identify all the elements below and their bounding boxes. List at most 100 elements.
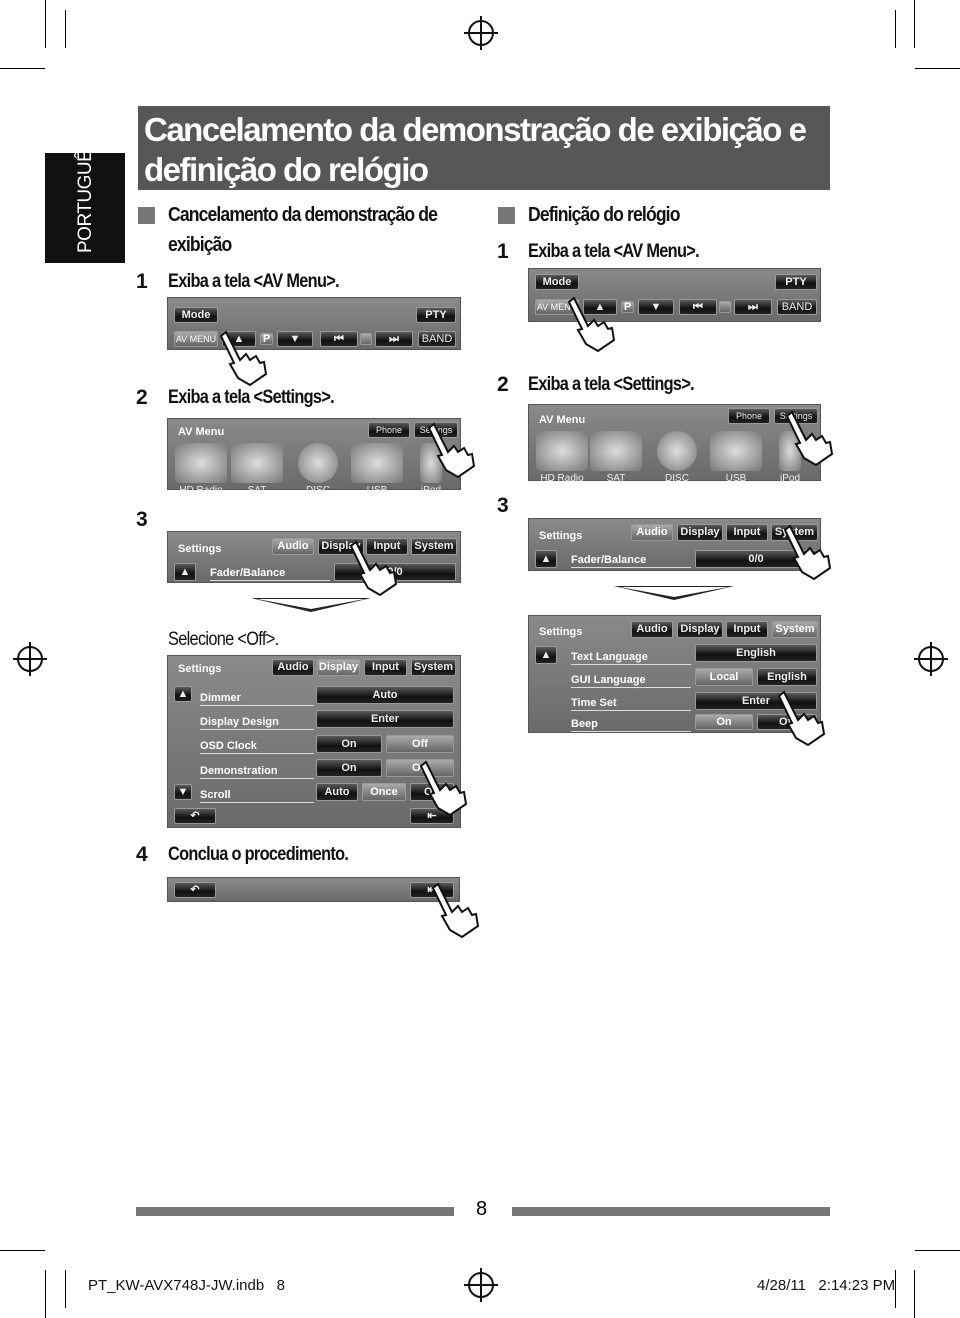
registration-mark-icon [464, 16, 498, 50]
scroll-up-button[interactable]: ▲ [535, 550, 557, 568]
crop-mark [914, 1270, 915, 1318]
source-sat[interactable]: SAT [228, 443, 286, 496]
down-arrow-icon [251, 598, 371, 612]
tab-input[interactable]: Input [364, 659, 407, 676]
preset-button[interactable]: P [621, 301, 634, 313]
pointing-hand-icon [420, 760, 468, 816]
right-heading: Definição do relógio [528, 204, 680, 226]
scroll-once-button[interactable]: Once [362, 783, 406, 801]
gui-language-label: GUI Language [571, 674, 691, 688]
next-icon[interactable]: ⏭ [734, 299, 772, 315]
display-design-label: Display Design [200, 716, 314, 730]
demonstration-on-button[interactable]: On [316, 759, 382, 777]
phone-button[interactable]: Phone [368, 422, 410, 438]
source-hd-radio[interactable]: HD Radio [172, 443, 230, 496]
band-button[interactable]: BAND [777, 299, 817, 315]
tab-audio[interactable]: Audio [272, 659, 314, 676]
registration-mark-icon [13, 642, 47, 676]
source-label: SAT [606, 473, 626, 484]
tab-audio[interactable]: Audio [272, 538, 314, 555]
beep-label: Beep [571, 718, 691, 732]
down-button[interactable]: ▼ [638, 299, 674, 315]
scroll-up-button[interactable]: ▲ [535, 646, 557, 664]
fader-balance-label: Fader/Balance [571, 554, 691, 568]
mode-button[interactable]: Mode [174, 307, 218, 323]
next-icon[interactable]: ⏭ [375, 331, 413, 347]
demonstration-label: Demonstration [200, 765, 314, 779]
pty-button[interactable]: PTY [775, 274, 817, 290]
tab-system[interactable]: System [772, 621, 818, 638]
osd-clock-label: OSD Clock [200, 740, 314, 754]
language-tab: PORTUGUÊS [45, 137, 125, 263]
crop-mark [0, 1250, 45, 1251]
text-language-button[interactable]: English [695, 644, 817, 662]
back-button[interactable]: ↶ [174, 808, 216, 824]
gui-language-english-button[interactable]: English [757, 668, 817, 686]
step-number: 1 [136, 270, 148, 293]
source-hd-radio[interactable]: HD Radio [533, 431, 591, 484]
audio-settings-screen: Settings Audio Display Input System ▲ Fa… [528, 518, 821, 571]
source-label: HD Radio [540, 473, 584, 484]
scroll-down-button[interactable]: ▼ [174, 784, 192, 800]
gui-language-local-button[interactable]: Local [695, 668, 753, 686]
scroll-auto-button[interactable]: Auto [316, 783, 358, 801]
source-disc[interactable]: DISC [289, 443, 347, 496]
source-usb[interactable]: USB [707, 431, 765, 484]
scroll-up-button[interactable]: ▲ [174, 686, 192, 702]
display-design-enter-button[interactable]: Enter [316, 710, 454, 728]
step-text: Exiba a tela <AV Menu>. [168, 271, 340, 292]
tab-display[interactable]: Display [677, 621, 723, 638]
screen-title: Settings [539, 626, 583, 638]
band-button[interactable]: BAND [418, 331, 456, 347]
source-disc[interactable]: DISC [648, 431, 706, 484]
tab-display[interactable]: Display [317, 659, 360, 676]
osd-clock-on-button[interactable]: On [316, 735, 382, 753]
step-text: Exiba a tela <Settings>. [528, 374, 695, 395]
tab-system[interactable]: System [411, 538, 457, 555]
screen-title: Settings [178, 663, 222, 675]
crop-mark [45, 0, 46, 48]
pty-button[interactable]: PTY [416, 307, 456, 323]
previous-icon[interactable]: ⏮ [679, 299, 717, 315]
crop-mark [65, 10, 66, 48]
tab-display[interactable]: Display [677, 524, 723, 541]
dimmer-auto-button[interactable]: Auto [316, 686, 454, 704]
step-text: Exiba a tela <AV Menu>. [528, 241, 700, 262]
pointing-hand-icon [778, 690, 826, 746]
screen-title: Settings [178, 543, 222, 555]
crop-mark [65, 1270, 66, 1308]
mode-button[interactable]: Mode [535, 274, 579, 290]
source-screen: Mode PTY AV MENU ▲ P ▼ ⏮ ⏭ BAND [167, 297, 461, 350]
down-button[interactable]: ▼ [277, 331, 313, 347]
source-usb[interactable]: USB [348, 443, 406, 496]
source-label: DISC [306, 485, 330, 496]
crop-mark [895, 10, 896, 48]
tab-audio[interactable]: Audio [631, 524, 673, 541]
page-bar-right [512, 1207, 830, 1216]
av-menu-button[interactable]: AV MENU [174, 331, 218, 347]
audio-settings-screen: Settings Audio Display Input System ▲ Fa… [167, 531, 461, 583]
image-button[interactable] [719, 301, 731, 313]
finish-bar-screen: ↶ ⇤ [167, 877, 460, 902]
source-label: USB [366, 485, 388, 496]
tab-input[interactable]: Input [726, 621, 768, 638]
source-sat[interactable]: SAT [587, 431, 645, 484]
pointing-hand-icon [432, 882, 480, 938]
footer-filename: PT_KW-AVX748J-JW.indb 8 [88, 1277, 286, 1294]
previous-icon[interactable]: ⏮ [320, 331, 358, 347]
display-settings-screen: Settings Audio Display Input System ▲ ▼ … [167, 655, 461, 828]
footer-date: 4/28/11 2:14:23 PM [757, 1277, 896, 1294]
tab-system[interactable]: System [411, 659, 456, 676]
osd-clock-off-button[interactable]: Off [386, 735, 454, 753]
fader-balance-label: Fader/Balance [210, 567, 330, 581]
phone-button[interactable]: Phone [728, 408, 770, 424]
beep-on-button[interactable]: On [695, 714, 753, 730]
text-language-label: Text Language [571, 651, 691, 665]
scroll-up-button[interactable]: ▲ [174, 563, 196, 581]
back-button[interactable]: ↶ [174, 882, 216, 898]
tab-input[interactable]: Input [726, 524, 768, 541]
scroll-label: Scroll [200, 789, 314, 803]
tab-audio[interactable]: Audio [631, 621, 673, 638]
step-number: 1 [497, 240, 509, 263]
image-button[interactable] [360, 333, 372, 345]
